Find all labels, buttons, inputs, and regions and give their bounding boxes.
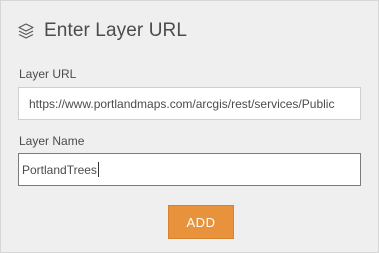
layer-url-input[interactable]: https://www.portlandmaps.com/arcgis/rest… xyxy=(18,87,361,120)
text-caret xyxy=(97,162,99,177)
layers-icon xyxy=(17,22,35,40)
panel-title: Enter Layer URL xyxy=(44,20,188,41)
layer-url-label: Layer URL xyxy=(19,67,77,81)
layer-url-value: https://www.portlandmaps.com/arcgis/rest… xyxy=(29,96,335,111)
enter-layer-url-panel: Enter Layer URL Layer URL https://www.po… xyxy=(0,0,379,253)
add-button[interactable]: ADD xyxy=(168,205,234,239)
layer-name-value: PortlandTrees xyxy=(22,162,97,177)
panel-header: Enter Layer URL xyxy=(17,17,187,45)
layer-name-input[interactable]: PortlandTrees xyxy=(18,153,361,186)
layer-name-label: Layer Name xyxy=(19,134,85,148)
